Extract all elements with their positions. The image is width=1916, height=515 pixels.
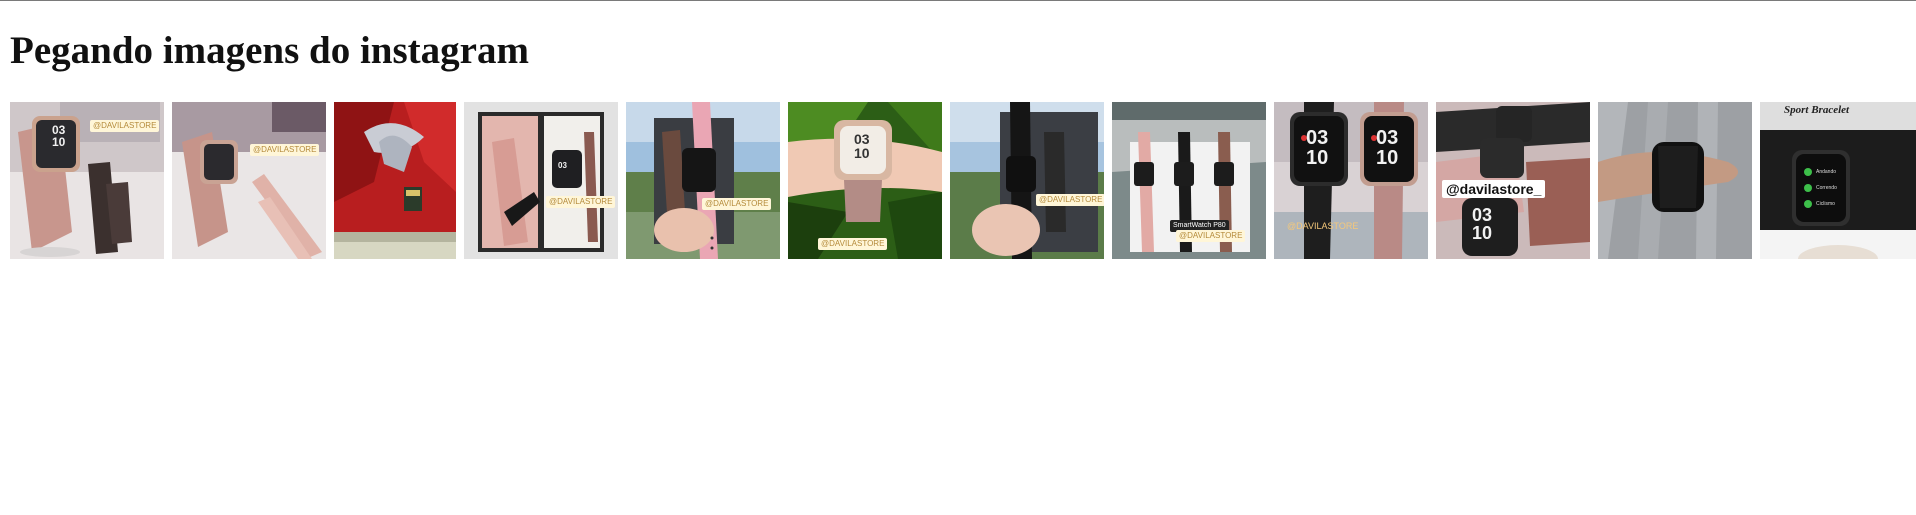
photo-tag: @DAVILASTORE (818, 238, 888, 250)
instagram-photo[interactable]: @DAVILASTORE (172, 102, 326, 259)
instagram-photo[interactable]: 03 10 @DAVILASTORE (10, 102, 164, 259)
watch-screen-text: 03 10 (1472, 205, 1493, 243)
photo-tag: @davilastore_ (1442, 180, 1546, 198)
instagram-photo[interactable]: 03 10 @davilastore_ (1436, 102, 1590, 259)
page-title: Pegando imagens do instagram (10, 29, 529, 72)
instagram-photo[interactable] (1598, 102, 1752, 259)
photo-image (1598, 102, 1752, 259)
instagram-photo[interactable]: 03 10 03 10 @DAVILASTORE (1274, 102, 1428, 259)
watch-screen-text: 03 10 (854, 131, 870, 161)
photo-tag: @DAVILASTORE (1176, 230, 1246, 242)
instagram-photo[interactable]: SmartWatch P80 @DAVILASTORE (1112, 102, 1266, 259)
watch-menu-item: Correndo (1816, 185, 1837, 191)
top-border (0, 0, 1916, 1)
photo-image (788, 102, 942, 259)
watch-screen-text: 03 (558, 161, 567, 170)
instagram-photo[interactable]: @DAVILASTORE (626, 102, 780, 259)
photo-image (1274, 102, 1428, 259)
watch-screen-text: 03 10 (1306, 127, 1329, 169)
instagram-photo[interactable] (334, 102, 456, 259)
photo-banner: Sport Bracelet (1784, 104, 1850, 116)
instagram-photo[interactable]: @DAVILASTORE (950, 102, 1104, 259)
photo-image (950, 102, 1104, 259)
photo-tag: @DAVILASTORE (1287, 221, 1359, 231)
instagram-photo[interactable]: 03 10 @DAVILASTORE (788, 102, 942, 259)
photo-tag: @DAVILASTORE (546, 196, 616, 208)
photo-image (172, 102, 326, 259)
photo-tag: @DAVILASTORE (250, 144, 320, 156)
instagram-photo[interactable]: Sport Bracelet Andando Correndo Ciclismo (1760, 102, 1916, 259)
photo-tag: @DAVILASTORE (90, 120, 160, 132)
watch-menu-item: Andando (1816, 169, 1837, 175)
photo-image (464, 102, 618, 259)
photo-tag: @DAVILASTORE (1036, 194, 1104, 206)
watch-screen-text: 03 10 (52, 123, 66, 149)
watch-screen-text: 03 10 (1376, 127, 1399, 169)
photo-image (1760, 102, 1916, 259)
instagram-photo[interactable]: 03 @DAVILASTORE (464, 102, 618, 259)
photo-image (334, 102, 456, 259)
photo-tag: @DAVILASTORE (702, 198, 772, 210)
photo-image (626, 102, 780, 259)
watch-menu-item: Ciclismo (1816, 201, 1835, 207)
